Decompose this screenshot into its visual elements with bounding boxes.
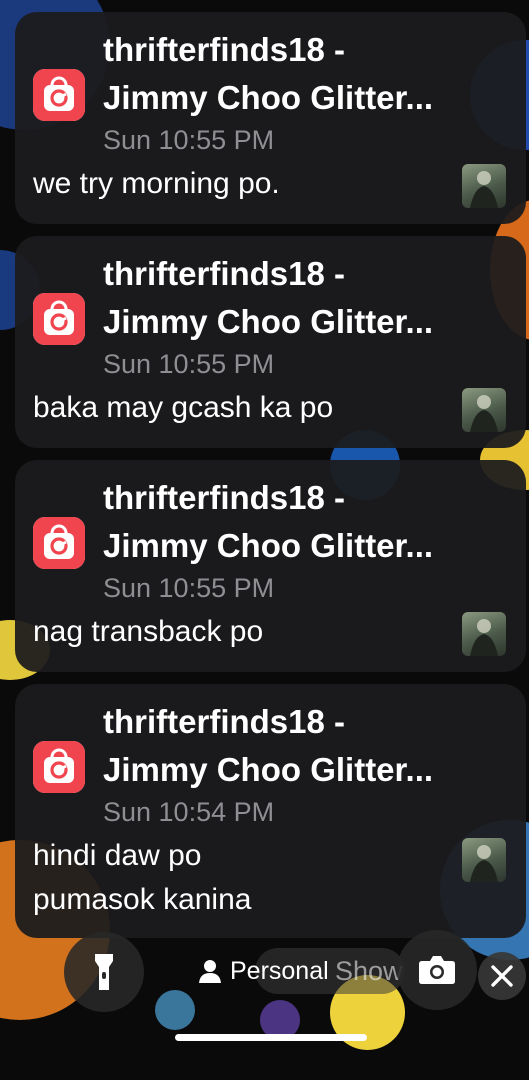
product-thumbnail (462, 164, 506, 208)
notification-title: Jimmy Choo Glitter... (103, 303, 434, 340)
show-label: Show (335, 955, 403, 986)
app-icon (33, 517, 85, 569)
app-icon (33, 293, 85, 345)
notification-card[interactable]: thrifterfinds18 - Jimmy Choo Glitter... … (15, 460, 526, 672)
shopping-bag-icon (33, 69, 85, 121)
camera-button[interactable] (397, 930, 477, 1010)
person-icon (199, 960, 221, 983)
notification-title: Jimmy Choo Glitter... (103, 751, 434, 788)
close-icon (491, 965, 513, 987)
camera-icon (419, 956, 455, 984)
notification-title: thrifterfinds18 - (103, 703, 346, 740)
notification-card[interactable]: thrifterfinds18 - Jimmy Choo Glitter... … (15, 236, 526, 448)
product-thumbnail (462, 388, 506, 432)
notification-title: thrifterfinds18 - (103, 31, 346, 68)
notification-time: Sun 10:55 PM (103, 573, 275, 603)
product-thumbnail (462, 612, 506, 656)
home-indicator[interactable] (175, 1034, 367, 1041)
flashlight-icon (95, 954, 113, 990)
notification-message: nag transback po (33, 615, 264, 648)
notification-title: thrifterfinds18 - (103, 479, 346, 516)
shopping-bag-icon (33, 741, 85, 793)
notification-title: Jimmy Choo Glitter... (103, 527, 434, 564)
app-icon (33, 741, 85, 793)
notification-message: pumasok kanina (33, 883, 252, 916)
product-thumbnail (462, 838, 506, 882)
notification-card[interactable]: thrifterfinds18 - Jimmy Choo Glitter... … (15, 684, 526, 938)
notification-message: hindi daw po (33, 839, 202, 872)
flashlight-button[interactable] (64, 932, 144, 1012)
notification-time: Sun 10:55 PM (103, 349, 275, 379)
notification-card[interactable]: thrifterfinds18 - Jimmy Choo Glitter... … (15, 12, 526, 224)
shopping-bag-icon (33, 293, 85, 345)
notification-message: we try morning po. (33, 167, 280, 200)
focus-mode-indicator[interactable]: Personal (198, 954, 329, 988)
notification-title: Jimmy Choo Glitter... (103, 79, 434, 116)
notification-time: Sun 10:54 PM (103, 797, 275, 827)
notification-time: Sun 10:55 PM (103, 125, 275, 155)
shopping-bag-icon (33, 517, 85, 569)
focus-mode-label: Personal (230, 956, 329, 985)
notification-title: thrifterfinds18 - (103, 255, 346, 292)
notification-message: baka may gcash ka po (33, 391, 334, 424)
app-icon (33, 69, 85, 121)
clear-notifications-button[interactable] (478, 952, 526, 1000)
